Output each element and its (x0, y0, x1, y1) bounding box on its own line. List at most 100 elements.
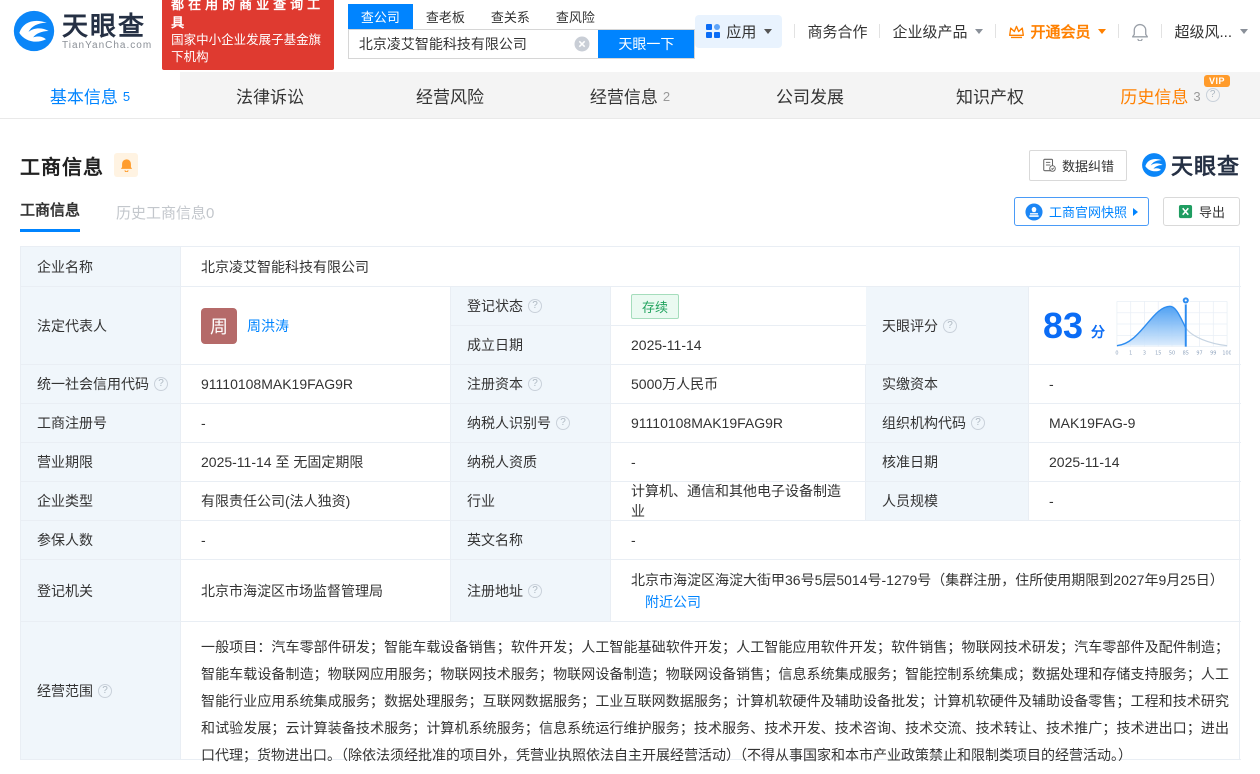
vip-badge: VIP (1203, 75, 1230, 87)
slogan-line1: 都在用的商业查询工具 (171, 0, 325, 30)
taxpayer-quality-value: - (611, 443, 866, 482)
help-icon[interactable] (154, 377, 168, 391)
reg-number-value: - (181, 404, 451, 443)
field-label: 天眼评分 (882, 317, 938, 334)
field-label: 营业期限 (21, 443, 181, 482)
section-title: 工商信息 (20, 156, 104, 179)
divider (1118, 24, 1120, 38)
official-snapshot-label: 工商官网快照 (1048, 205, 1127, 220)
field-label: 组织机构代码 (882, 415, 966, 431)
tab-history-info[interactable]: VIP 历史信息 3 (1080, 72, 1260, 118)
nav-enterprise-products[interactable]: 企业级产品 (892, 21, 984, 42)
field-label: 企业名称 (21, 247, 181, 287)
help-icon[interactable] (556, 416, 570, 430)
field-label: 经营范围 (37, 682, 93, 699)
nav-apps[interactable]: 应用 (695, 14, 783, 48)
reg-capital-value: 5000万人民币 (611, 365, 866, 404)
tianyancha-logo-icon (13, 10, 55, 52)
field-label: 纳税人资质 (451, 443, 611, 482)
help-icon[interactable] (1205, 88, 1220, 102)
subscribe-bell-button[interactable] (114, 153, 138, 177)
tab-intellectual-property[interactable]: 知识产权 (900, 72, 1080, 118)
tianyancha-watermark: 天眼查 (1141, 149, 1240, 181)
chevron-down-icon (764, 28, 773, 34)
nav-open-membership[interactable]: 开通会员 (1008, 21, 1107, 42)
tab-operation-info[interactable]: 经营信息 2 (540, 72, 720, 118)
divider (879, 24, 881, 38)
field-label: 企业类型 (21, 482, 181, 521)
search-tab-company[interactable]: 查公司 (347, 3, 413, 29)
field-label: 纳税人识别号 (467, 415, 551, 431)
help-icon[interactable] (943, 318, 957, 333)
field-label: 工商注册号 (21, 404, 181, 443)
chevron-down-icon (1098, 28, 1107, 34)
credit-code-value: 91110108MAK19FAG9R (181, 365, 451, 404)
field-label: 统一社会信用代码 (37, 376, 149, 392)
business-info-table: 企业名称 北京凌艾智能科技有限公司 法定代表人 周 周洪涛 登记状态 存续 成立… (20, 246, 1241, 763)
tab-legal-litigation[interactable]: 法律诉讼 (180, 72, 360, 118)
export-label: 导出 (1198, 205, 1225, 220)
apps-grid-icon (706, 24, 721, 38)
help-icon[interactable] (528, 377, 542, 391)
nearby-companies-link[interactable]: 附近公司 (645, 594, 701, 610)
notification-bell-icon[interactable] (1131, 22, 1149, 41)
svg-text:15: 15 (1155, 350, 1161, 356)
nav-apps-label: 应用 (726, 23, 757, 41)
tab-label: 经营信息 (589, 87, 658, 107)
search-tabs: 查公司 查老板 查关系 查风险 (347, 3, 696, 29)
official-snapshot-button[interactable]: 工商官网快照 (1013, 197, 1149, 226)
export-button[interactable]: 导出 (1162, 197, 1240, 226)
watermark-label: 天眼查 (1170, 154, 1240, 179)
help-icon[interactable] (528, 299, 542, 313)
tab-basic-info[interactable]: 基本信息 5 (0, 72, 180, 118)
svg-text:85: 85 (1183, 350, 1189, 356)
field-label: 英文名称 (451, 521, 611, 560)
company-name-value: 北京凌艾智能科技有限公司 (181, 247, 1241, 287)
svg-text:100: 100 (1222, 350, 1231, 356)
field-label: 行业 (451, 482, 611, 521)
subtab-business-info[interactable]: 工商信息 (20, 199, 81, 232)
field-label: 注册地址 (467, 582, 523, 599)
score-distribution-chart: 0 1 3 15 50 85 97 99 100 (1115, 295, 1231, 356)
tianyancha-logo[interactable]: 天眼查 TianYanCha.com (12, 9, 152, 53)
tab-count: 5 (122, 88, 131, 104)
help-icon[interactable] (98, 683, 112, 698)
subtab-history-business-info[interactable]: 历史工商信息0 (116, 202, 214, 232)
status-badge: 存续 (631, 293, 680, 319)
svg-text:1: 1 (1129, 350, 1132, 356)
tab-label: 公司发展 (776, 87, 844, 107)
tab-operation-risk[interactable]: 经营风险 (360, 72, 540, 118)
reg-authority-value: 北京市海淀区市场监督管理局 (181, 560, 451, 622)
chevron-down-icon (975, 28, 984, 34)
search-tab-boss[interactable]: 查老板 (413, 4, 478, 29)
help-icon[interactable] (971, 416, 985, 430)
tab-label: 经营风险 (416, 87, 484, 107)
excel-icon (1178, 204, 1193, 219)
search-tab-relation[interactable]: 查关系 (478, 4, 543, 29)
search-tab-risk[interactable]: 查风险 (543, 4, 608, 29)
search-input[interactable] (348, 29, 575, 58)
field-label: 成立日期 (451, 326, 611, 365)
approval-date-value: 2025-11-14 (1029, 443, 1241, 482)
chevron-right-icon (1132, 207, 1138, 216)
company-section-tabs: 基本信息 5 法律诉讼 经营风险 经营信息 2 公司发展 知识产权 VIP 历史… (0, 72, 1260, 119)
svg-text:3: 3 (1143, 350, 1146, 356)
header-nav: 应用 商务合作 企业级产品 开通会员 超级风... (695, 14, 1248, 48)
legal-rep-avatar[interactable]: 周 (201, 307, 237, 344)
tab-label: 基本信息 (49, 87, 118, 107)
divider (995, 24, 997, 38)
data-correction-label: 数据纠错 (1061, 158, 1114, 174)
tab-company-development[interactable]: 公司发展 (720, 72, 900, 118)
search-button[interactable]: 天眼一下 (598, 29, 695, 58)
logo-domain: TianYanCha.com (62, 39, 153, 51)
nav-cooperation[interactable]: 商务合作 (807, 21, 867, 42)
business-term-value: 2025-11-14 至 无固定期限 (181, 443, 451, 482)
clear-search-icon[interactable] (574, 36, 590, 52)
document-edit-icon (1043, 158, 1056, 172)
legal-rep-link[interactable]: 周洪涛 (247, 316, 289, 336)
data-correction-button[interactable]: 数据纠错 (1028, 149, 1127, 181)
help-icon[interactable] (528, 583, 542, 598)
tab-label: 知识产权 (956, 87, 1024, 107)
nav-super-risk[interactable]: 超级风... (1174, 21, 1248, 42)
paid-capital-value: - (1029, 365, 1241, 404)
